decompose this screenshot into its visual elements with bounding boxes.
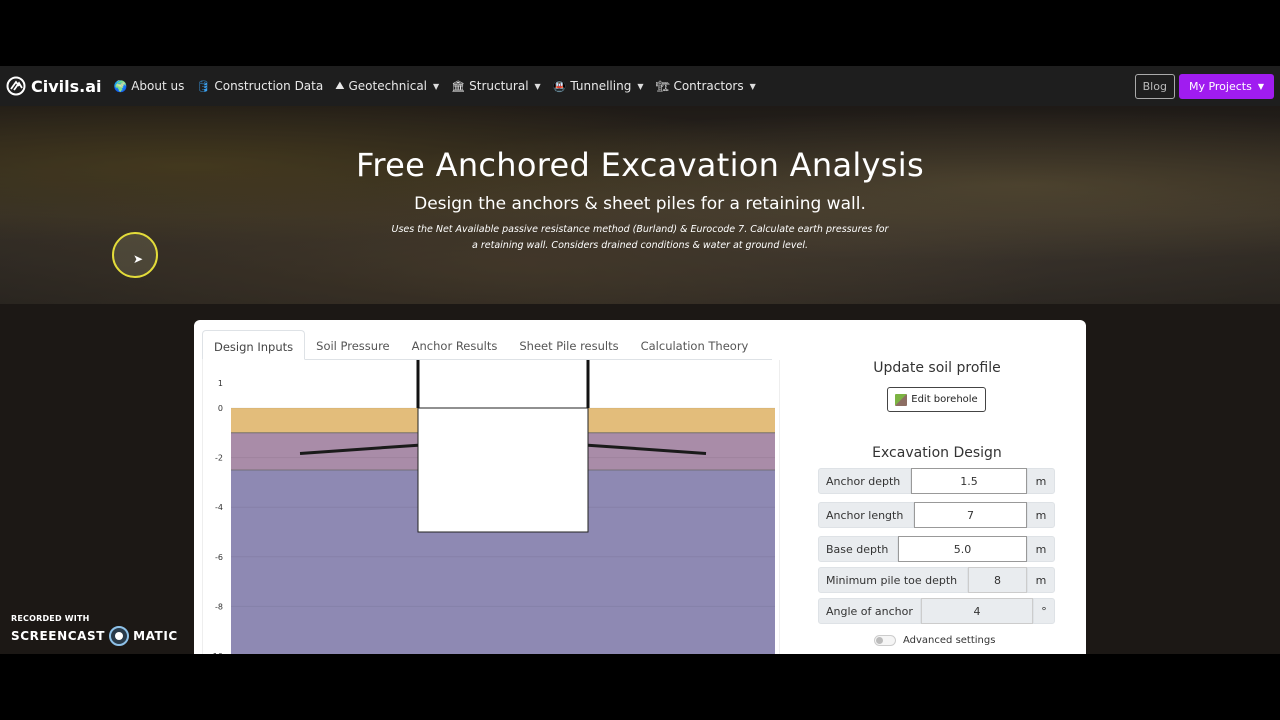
- nav-label: Structural: [469, 79, 529, 93]
- pile-toe-depth-row: Minimum pile toe depth 8 m: [818, 567, 1055, 593]
- tab-sheet-pile-results[interactable]: Sheet Pile results: [508, 330, 629, 360]
- database-icon: 🛢: [196, 79, 211, 93]
- excavation-design-heading: Excavation Design: [872, 445, 1002, 461]
- nav-right: Blog My Projects ▼: [1134, 73, 1274, 99]
- excavation-void: [417, 407, 589, 533]
- toggle-switch[interactable]: [874, 635, 896, 646]
- pile-toe-depth-label: Minimum pile toe depth: [818, 567, 968, 593]
- mountain-icon: ⛰: [335, 79, 345, 92]
- base-depth-input[interactable]: 5.0: [898, 536, 1027, 562]
- nav-about-us[interactable]: 🌍 About us: [114, 79, 185, 93]
- page-description: Uses the Net Available passive resistanc…: [391, 224, 889, 251]
- calculator-card: Design Inputs Soil Pressure Anchor Resul…: [194, 209, 1086, 654]
- brand[interactable]: Civils.ai: [6, 76, 102, 96]
- tab-anchor-results[interactable]: Anchor Results: [401, 330, 509, 360]
- brand-name: Civils.ai: [31, 76, 102, 96]
- base-depth-unit: m: [1027, 536, 1055, 562]
- advanced-settings-label: Advanced settings: [903, 635, 996, 646]
- anchor-angle-unit: °: [1033, 598, 1055, 624]
- anchor-depth-label: Anchor depth: [818, 468, 911, 494]
- tab-bar: Design Inputs Soil Pressure Anchor Resul…: [202, 330, 772, 360]
- anchor-angle-row: Angle of anchor 4 °: [818, 598, 1055, 624]
- globe-icon: 🌍: [113, 79, 128, 93]
- page-subtitle: Design the anchors & sheet piles for a r…: [414, 194, 866, 214]
- edit-borehole-label: Edit borehole: [911, 394, 978, 405]
- nav-label: Tunnelling: [570, 79, 632, 93]
- nav-tunnelling[interactable]: 🚇 Tunnelling ▼: [553, 79, 644, 93]
- nav-construction-data[interactable]: 🛢 Construction Data: [196, 79, 323, 93]
- page-title: Free Anchored Excavation Analysis: [356, 146, 924, 184]
- anchor-length-input[interactable]: 7: [914, 502, 1027, 528]
- nav-label: About us: [131, 79, 185, 93]
- watermark-matic: MATIC: [133, 629, 178, 643]
- nav-contractors[interactable]: 🏗 Contractors ▼: [655, 79, 755, 93]
- caret-down-icon: ▼: [1257, 81, 1264, 91]
- browser-viewport: Civils.ai 🌍 About us 🛢 Construction Data…: [0, 66, 1280, 654]
- y-tick-label: -4: [215, 503, 223, 512]
- my-projects-label: My Projects: [1188, 79, 1252, 93]
- caret-down-icon: ▼: [637, 81, 644, 91]
- tab-design-inputs[interactable]: Design Inputs: [202, 330, 306, 360]
- soil-cube-icon: [895, 393, 908, 406]
- hero-banner: Free Anchored Excavation Analysis Design…: [0, 106, 1280, 304]
- caret-down-icon: ▼: [433, 81, 440, 91]
- pile-toe-depth-input[interactable]: 8: [968, 567, 1027, 593]
- anchor-length-row: Anchor length 7 m: [818, 502, 1055, 528]
- edit-borehole-button[interactable]: Edit borehole: [887, 387, 986, 412]
- base-depth-row: Base depth 5.0 m: [818, 536, 1055, 562]
- tab-calculation-theory[interactable]: Calculation Theory: [630, 330, 760, 360]
- pile-toe-depth-unit: m: [1027, 567, 1055, 593]
- nav-label: Geotechnical: [348, 79, 428, 93]
- soil-profile-heading: Update soil profile: [873, 360, 1001, 376]
- anchor-length-label: Anchor length: [818, 502, 914, 528]
- navbar: Civils.ai 🌍 About us 🛢 Construction Data…: [0, 66, 1280, 106]
- anchor-angle-input[interactable]: 4: [921, 598, 1033, 624]
- anchor-length-unit: m: [1027, 502, 1055, 528]
- y-tick-label: -2: [215, 454, 223, 463]
- record-icon: [109, 626, 130, 646]
- train-icon: 🚇: [552, 79, 567, 93]
- base-depth-label: Base depth: [818, 536, 898, 562]
- anchor-depth-unit: m: [1027, 468, 1055, 494]
- y-tick-label: -8: [215, 602, 223, 611]
- my-projects-button[interactable]: My Projects ▼: [1178, 73, 1274, 99]
- nav-structural[interactable]: 🏛 Structural ▼: [451, 79, 541, 93]
- building-icon: 🏛: [451, 79, 466, 93]
- nav-label: Construction Data: [214, 79, 324, 93]
- y-tick-label: 1: [218, 379, 223, 388]
- excavation-chart: 1 0 -2 -4 -6 -8 -10: [202, 209, 780, 654]
- anchor-depth-row: Anchor depth 1.5 m: [818, 468, 1055, 494]
- design-panel: Update soil profile Edit borehole Excava…: [816, 320, 1058, 654]
- anchor-angle-label: Angle of anchor: [818, 598, 921, 624]
- nav-geotechnical[interactable]: ⛰ Geotechnical ▼: [335, 79, 439, 93]
- anchor-depth-input[interactable]: 1.5: [911, 468, 1027, 494]
- mouse-cursor-icon: ➤: [133, 252, 144, 266]
- y-tick-label: 0: [218, 404, 223, 413]
- watermark-screencast: SCREENCAST: [11, 629, 106, 643]
- excavation-chart-svg: 1 0 -2 -4 -6 -8 -10: [210, 209, 775, 654]
- blog-button[interactable]: Blog: [1134, 73, 1175, 99]
- civils-logo-icon: [6, 76, 26, 96]
- watermark-line1: RECORDED WITH: [11, 614, 90, 623]
- watermark-line2: SCREENCAST MATIC: [11, 626, 178, 646]
- y-tick-label: -6: [215, 553, 223, 562]
- tab-soil-pressure[interactable]: Soil Pressure: [305, 330, 401, 360]
- y-tick-label: -10: [210, 652, 223, 654]
- nav-label: Contractors: [673, 79, 744, 93]
- advanced-settings-toggle[interactable]: Advanced settings: [874, 635, 995, 646]
- screencast-watermark: RECORDED WITH SCREENCAST MATIC: [11, 614, 178, 646]
- caret-down-icon: ▼: [534, 81, 541, 91]
- video-frame: Civils.ai 🌍 About us 🛢 Construction Data…: [0, 0, 1280, 720]
- caret-down-icon: ▼: [749, 81, 756, 91]
- crane-icon: 🏗: [655, 79, 670, 93]
